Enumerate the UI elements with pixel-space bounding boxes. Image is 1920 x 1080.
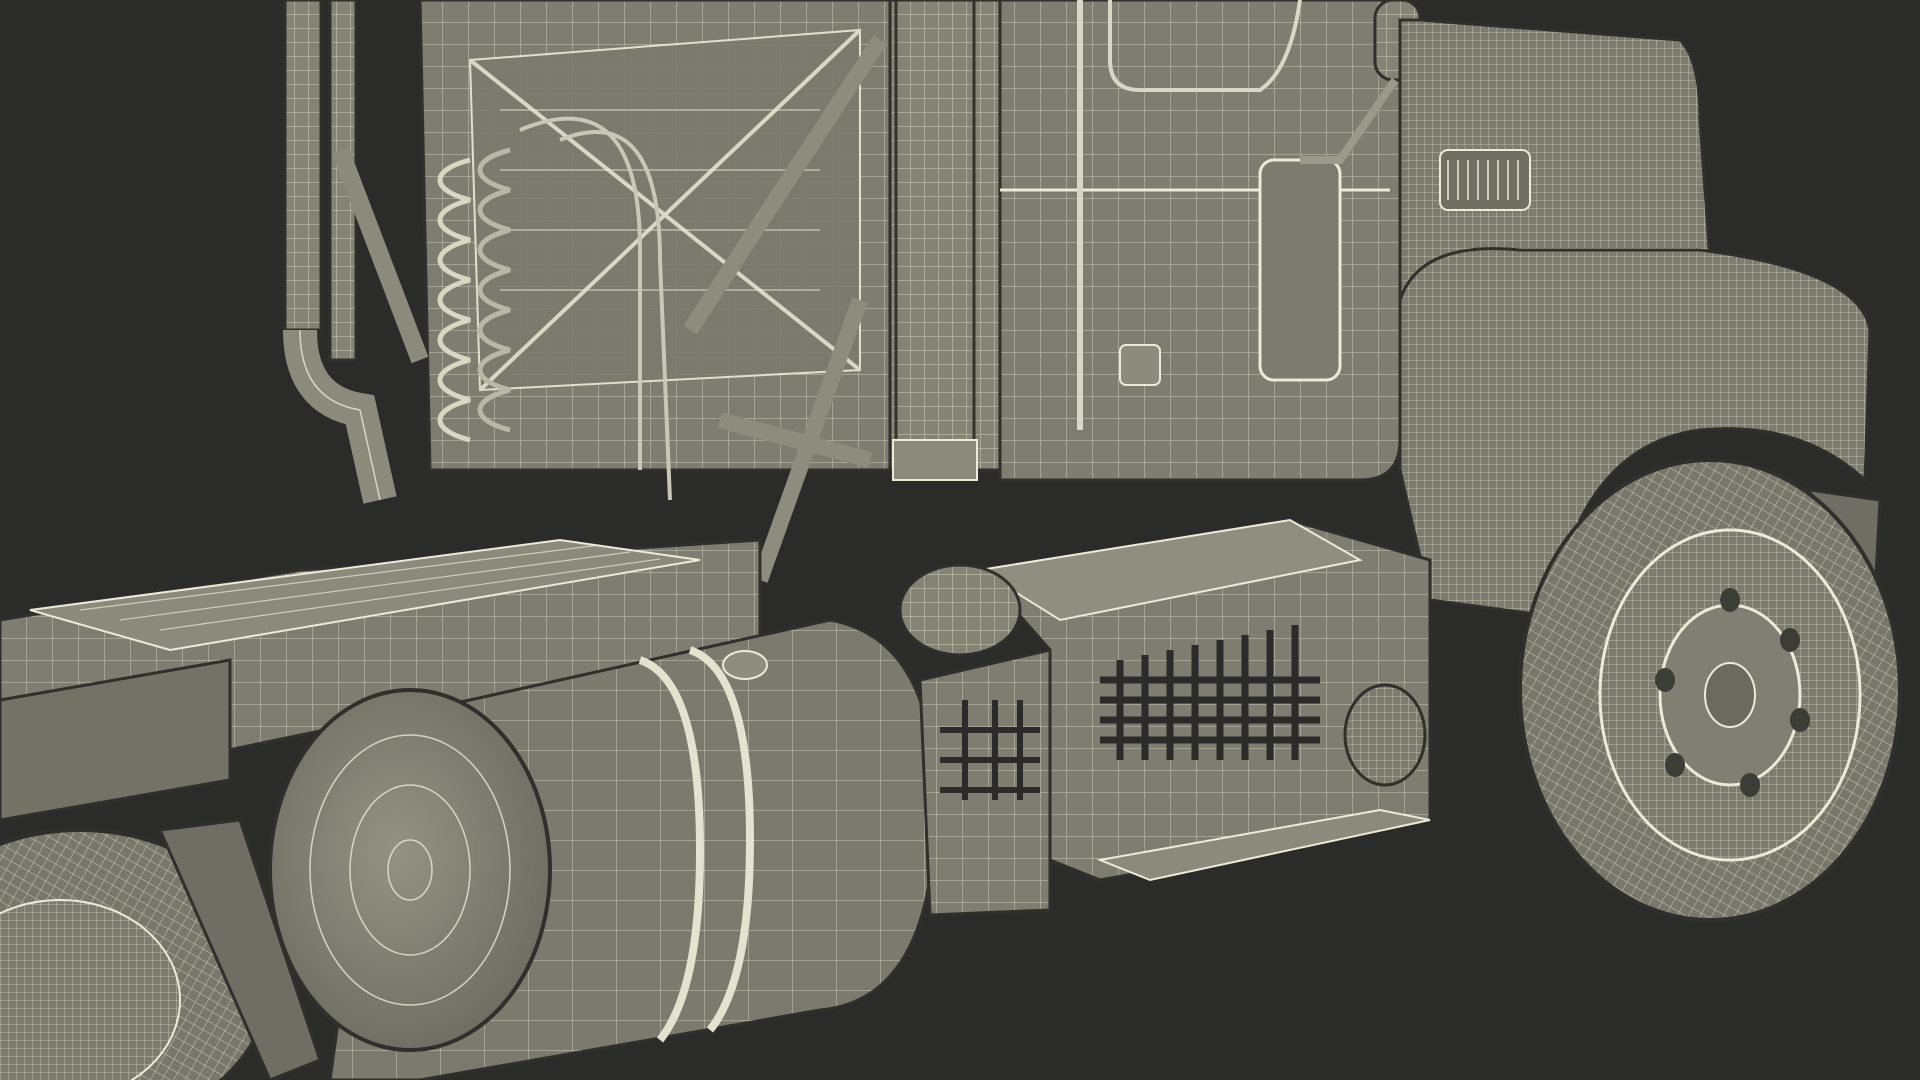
- front-wheel: [1518, 458, 1902, 922]
- cab-post: [892, 0, 978, 481]
- battery-box: [918, 648, 1052, 917]
- viewport-3d-render: [0, 0, 1920, 1080]
- fuel-cap: [722, 650, 768, 680]
- fuel-tank-end-cap: [268, 688, 552, 1052]
- rear-support-cylinder: [898, 563, 1022, 657]
- truck-wireframe-image: [0, 0, 1920, 1080]
- air-tank-end: [1343, 683, 1427, 787]
